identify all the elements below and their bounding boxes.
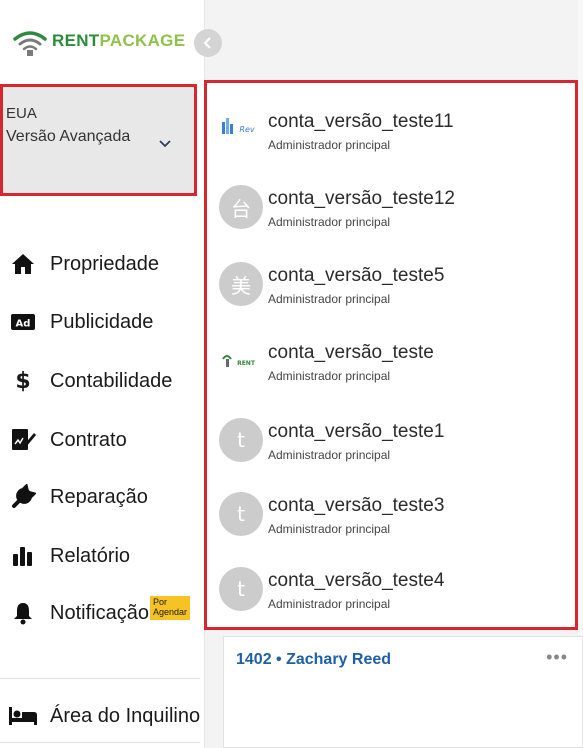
brand-rent: RENT <box>52 31 100 50</box>
account-name: conta_versão_teste12 <box>268 188 455 209</box>
account-role: Administrador principal <box>268 597 391 611</box>
menu-item-contabilidade[interactable]: $ Contabilidade <box>0 363 200 399</box>
menu-label: Área do Inquilino <box>50 704 201 727</box>
account-role: Administrador principal <box>268 138 391 152</box>
menu-label: Notificação <box>50 601 149 624</box>
menu-label: Contrato <box>50 428 127 451</box>
property-card-title[interactable]: 1402 • Zachary Reed <box>236 651 391 669</box>
menu-item-area-do-inquilino[interactable]: Área do Inquilino <box>0 698 205 734</box>
home-icon <box>10 251 36 277</box>
divider <box>0 742 200 743</box>
menu-item-contrato[interactable]: Contrato <box>0 422 200 458</box>
menu-item-propriedade[interactable]: Propriedade <box>0 246 200 282</box>
menu-label: Relatório <box>50 544 131 567</box>
menu-label: Publicidade <box>50 310 154 333</box>
bed-icon <box>8 703 38 729</box>
account-name: conta_versão_teste3 <box>268 495 445 516</box>
menu-item-notificacao[interactable]: Notificação Por Agendar <box>0 595 200 631</box>
account-role: Administrador principal <box>268 292 391 306</box>
property-card[interactable]: 1402 • Zachary Reed ••• <box>223 636 583 748</box>
account-name: conta_versão_teste5 <box>268 265 445 286</box>
account-name: conta_versão_teste1 <box>268 421 445 442</box>
account-option[interactable]: t conta_versão_teste1 Administrador prin… <box>215 414 575 472</box>
svg-text:Rev: Rev <box>239 125 254 134</box>
account-avatar: 台 <box>219 185 263 229</box>
chevron-left-icon <box>203 37 211 49</box>
account-option[interactable]: 美 conta_versão_teste5 Administrador prin… <box>215 258 575 316</box>
account-switcher[interactable]: EUA Versão Avançada <box>0 84 197 196</box>
account-region: EUA <box>6 105 37 122</box>
svg-text:RENT: RENT <box>237 360 256 367</box>
account-role: Administrador principal <box>268 369 391 383</box>
account-avatar: t <box>219 567 263 611</box>
ad-icon: Ad <box>10 309 36 335</box>
collapse-sidebar-button[interactable] <box>194 29 222 57</box>
account-option[interactable]: t conta_versão_teste3 Administrador prin… <box>215 488 575 546</box>
account-option[interactable]: 台 conta_versão_teste12 Administrador pri… <box>215 181 575 239</box>
scheduled-badge: Por Agendar <box>150 596 190 620</box>
bell-icon <box>10 600 36 626</box>
house-wifi-logo-icon <box>12 24 48 58</box>
dollar-icon: $ <box>15 368 31 394</box>
account-avatar: t <box>219 492 263 536</box>
menu-item-publicidade[interactable]: Ad Publicidade <box>0 304 200 340</box>
account-name: conta_versão_teste4 <box>268 570 445 591</box>
menu-item-reparacao[interactable]: Reparação <box>0 479 200 515</box>
account-avatar-image: Rev <box>219 108 263 152</box>
menu-label: Reparação <box>50 485 148 508</box>
contract-icon <box>10 427 36 453</box>
account-name: conta_versão_teste11 <box>268 111 454 132</box>
account-option[interactable]: RENT conta_versão_teste Administrador pr… <box>215 335 575 393</box>
svg-text:Ad: Ad <box>16 319 31 330</box>
account-role: Administrador principal <box>268 522 391 536</box>
menu-item-relatorio[interactable]: Relatório <box>0 538 200 574</box>
menu-label: Contabilidade <box>50 369 173 392</box>
divider <box>0 678 200 679</box>
brand-package: PACKAGE <box>99 31 186 50</box>
account-dropdown: Rev conta_versão_teste11 Administrador p… <box>204 80 578 630</box>
account-name: conta_versão_teste <box>268 342 434 363</box>
account-option[interactable]: Rev conta_versão_teste11 Administrador p… <box>215 104 575 162</box>
wrench-icon <box>10 484 36 510</box>
bar-chart-icon <box>10 543 36 569</box>
chevron-down-icon <box>159 140 171 148</box>
account-role: Administrador principal <box>268 448 391 462</box>
more-options-icon[interactable]: ••• <box>546 647 568 668</box>
rentpackage-logo-icon: RENT <box>219 339 263 383</box>
brand-logo[interactable]: RENTPACKAGE <box>12 24 185 58</box>
menu-label: Propriedade <box>50 252 159 275</box>
sidebar: RENTPACKAGE EUA Versão Avançada Propried… <box>0 0 205 748</box>
account-avatar: 美 <box>219 262 263 306</box>
account-avatar: t <box>219 418 263 462</box>
account-option[interactable]: t conta_versão_teste4 Administrador prin… <box>215 563 575 621</box>
account-role: Administrador principal <box>268 215 391 229</box>
